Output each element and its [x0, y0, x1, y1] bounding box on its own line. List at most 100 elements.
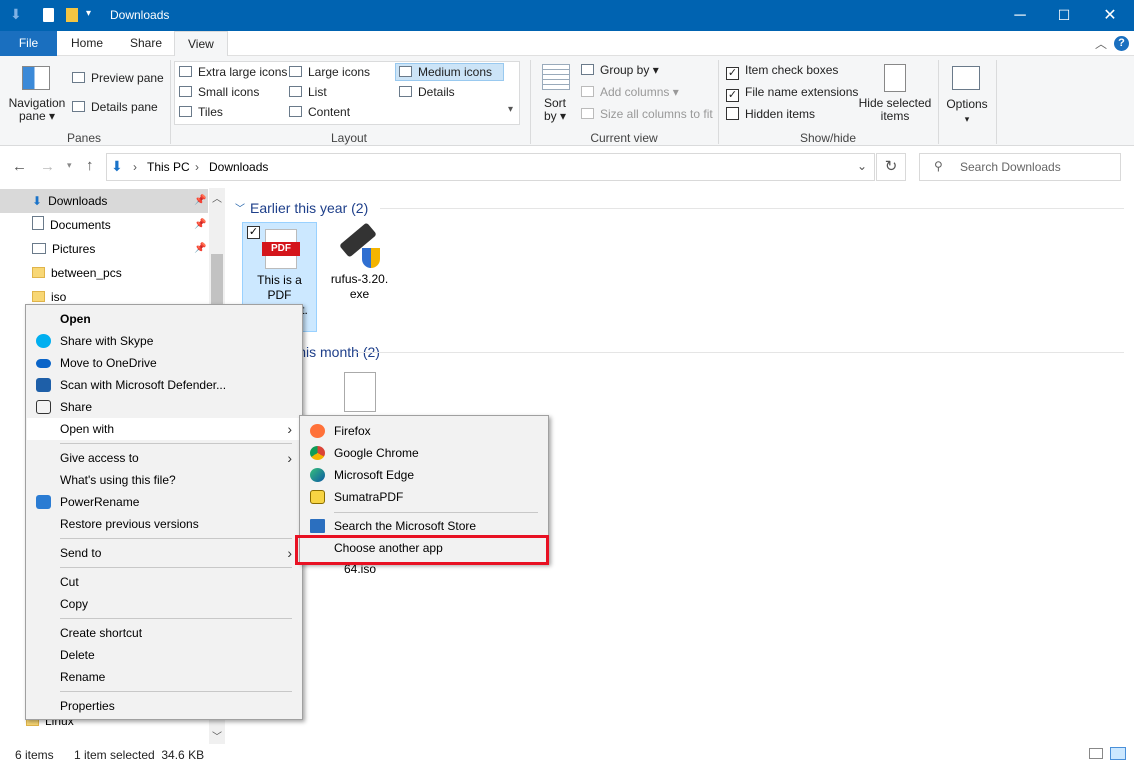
- layout-content[interactable]: Content: [289, 105, 350, 119]
- submenu-item-search-microsoft-store[interactable]: Search the Microsoft Store: [310, 515, 476, 537]
- large-icons-view-icon[interactable]: [1110, 747, 1126, 760]
- hide-selected-items-button[interactable]: Hide selected items: [858, 97, 932, 123]
- layout-expand-icon[interactable]: ▾: [508, 104, 513, 115]
- down-arrow-icon[interactable]: ⬇: [10, 6, 22, 23]
- context-menu: Open Share with Skype Move to OneDrive S…: [25, 304, 303, 720]
- nav-item-pictures[interactable]: Pictures: [32, 237, 95, 261]
- tab-home[interactable]: Home: [58, 31, 116, 56]
- submenu-item-firefox[interactable]: Firefox: [310, 420, 371, 442]
- pin-icon[interactable]: 📌: [194, 243, 206, 254]
- menu-item-rename[interactable]: Rename: [60, 666, 105, 688]
- back-icon[interactable]: ←: [12, 158, 27, 175]
- generic-file-icon[interactable]: [344, 372, 376, 412]
- chevron-right-icon: ›: [287, 421, 292, 437]
- menu-item-copy[interactable]: Copy: [60, 593, 88, 615]
- quick-access-dropdown-icon[interactable]: ▾: [86, 8, 91, 19]
- layout-list[interactable]: List: [289, 85, 327, 99]
- nav-item-documents[interactable]: Documents: [32, 213, 111, 237]
- dropdown-icon: ▾: [964, 114, 970, 124]
- highlight-box: [295, 535, 549, 565]
- options-button[interactable]: Options ▾: [946, 97, 988, 125]
- status-bar: 6 items 1 item selected 34.6 KB: [0, 744, 1134, 767]
- menu-item-share[interactable]: Share: [36, 396, 92, 418]
- search-input[interactable]: ⚲ Search Downloads: [919, 153, 1121, 181]
- pin-icon[interactable]: 📌: [194, 219, 206, 230]
- menu-item-whats-using-this-file[interactable]: What's using this file?: [60, 469, 176, 491]
- sort-by-button[interactable]: Sort by ▾: [544, 97, 568, 123]
- close-button[interactable]: ✕: [1087, 0, 1133, 31]
- size-columns-icon: [581, 108, 594, 119]
- address-bar[interactable]: ⬇ › This PC › Downloads ⌄: [106, 153, 875, 181]
- hide-selected-icon: [884, 64, 906, 92]
- menu-separator: [60, 443, 292, 444]
- menu-separator: [60, 691, 292, 692]
- breadcrumb-this-pc[interactable]: This PC: [147, 160, 190, 174]
- details-view-icon[interactable]: [1089, 748, 1103, 759]
- label: Large icons: [308, 65, 371, 79]
- help-icon[interactable]: ?: [1114, 36, 1129, 51]
- menu-item-powerrename[interactable]: PowerRename: [36, 491, 139, 513]
- skype-icon: [36, 334, 51, 348]
- menu-item-open-with[interactable]: Open with ›: [60, 418, 302, 440]
- submenu-item-google-chrome[interactable]: Google Chrome: [310, 442, 419, 464]
- file-name-extensions-checkbox[interactable]: ✓ File name extensions: [726, 85, 858, 102]
- submenu-item-sumatrapdf[interactable]: SumatraPDF: [310, 486, 403, 508]
- layout-medium-icons[interactable]: Medium icons: [399, 65, 492, 79]
- label: Hidden items: [745, 107, 816, 121]
- preview-pane-button[interactable]: Preview pane: [72, 71, 164, 85]
- nav-item-downloads[interactable]: ⬇ Downloads: [32, 189, 107, 213]
- label: iso: [51, 290, 67, 304]
- pin-icon[interactable]: 📌: [194, 195, 206, 206]
- extra-large-icons-icon: [179, 66, 192, 77]
- menu-item-restore-previous-versions[interactable]: Restore previous versions: [60, 513, 199, 535]
- item-checkbox-checked-icon[interactable]: ✓: [247, 226, 260, 239]
- menu-item-delete[interactable]: Delete: [60, 644, 95, 666]
- tab-share[interactable]: Share: [117, 31, 175, 56]
- group-header-earlier-this-year[interactable]: Earlier this year (2): [250, 200, 368, 216]
- new-folder-icon[interactable]: [66, 8, 78, 22]
- up-icon[interactable]: ↑: [86, 157, 94, 174]
- menu-item-create-shortcut[interactable]: Create shortcut: [60, 622, 142, 644]
- refresh-button[interactable]: ↻: [876, 153, 906, 181]
- breadcrumb-downloads[interactable]: Downloads: [209, 160, 268, 174]
- collapse-group-icon[interactable]: ﹀: [235, 200, 245, 215]
- tab-file[interactable]: File: [0, 31, 57, 56]
- tab-view[interactable]: View: [174, 31, 228, 56]
- menu-item-share-with-skype[interactable]: Share with Skype: [36, 330, 153, 352]
- layout-small-icons[interactable]: Small icons: [179, 85, 259, 99]
- properties-icon[interactable]: [43, 8, 54, 22]
- maximize-button[interactable]: ☐: [1041, 0, 1087, 31]
- size-columns-button[interactable]: Size all columns to fit: [581, 107, 713, 121]
- menu-separator: [60, 618, 292, 619]
- scroll-down-icon[interactable]: ﹀: [212, 728, 222, 743]
- menu-item-open[interactable]: Open: [60, 308, 91, 330]
- address-dropdown-icon[interactable]: ⌄: [857, 159, 867, 173]
- details-pane-button[interactable]: Details pane: [72, 100, 158, 114]
- menu-item-properties[interactable]: Properties: [60, 695, 115, 717]
- group-by-button[interactable]: Group by ▾: [581, 63, 659, 77]
- layout-extra-large-icons[interactable]: Extra large icons: [179, 65, 287, 79]
- layout-details[interactable]: Details: [399, 85, 455, 99]
- item-check-boxes-checkbox[interactable]: ✓ Item check boxes: [726, 63, 838, 80]
- menu-item-move-to-onedrive[interactable]: Move to OneDrive: [36, 352, 157, 374]
- recent-locations-icon[interactable]: ▾: [67, 160, 72, 171]
- forward-icon[interactable]: →: [40, 158, 55, 175]
- menu-item-scan-defender[interactable]: Scan with Microsoft Defender...: [36, 374, 226, 396]
- layout-tiles[interactable]: Tiles: [179, 105, 223, 119]
- collapse-ribbon-icon[interactable]: ︿: [1095, 35, 1107, 52]
- layout-large-icons[interactable]: Large icons: [289, 65, 370, 79]
- menu-item-cut[interactable]: Cut: [60, 571, 79, 593]
- scroll-up-icon[interactable]: ︿: [212, 190, 222, 205]
- hidden-items-checkbox[interactable]: Hidden items: [726, 107, 815, 121]
- breadcrumb-separator-icon[interactable]: ›: [133, 160, 137, 174]
- menu-item-give-access-to[interactable]: Give access to ›: [60, 447, 302, 469]
- file-item-rufus[interactable]: rufus-3.20. exe: [322, 222, 397, 302]
- breadcrumb-separator-icon[interactable]: ›: [195, 160, 199, 174]
- navigation-pane-button[interactable]: Navigation pane ▾: [8, 97, 66, 123]
- nav-item-between-pcs[interactable]: between_pcs: [32, 261, 122, 285]
- menu-item-send-to[interactable]: Send to ›: [60, 542, 302, 564]
- add-columns-button[interactable]: Add columns ▾: [581, 85, 679, 99]
- minimize-button[interactable]: ─: [997, 0, 1043, 31]
- submenu-item-microsoft-edge[interactable]: Microsoft Edge: [310, 464, 414, 486]
- options-icon: [952, 66, 980, 90]
